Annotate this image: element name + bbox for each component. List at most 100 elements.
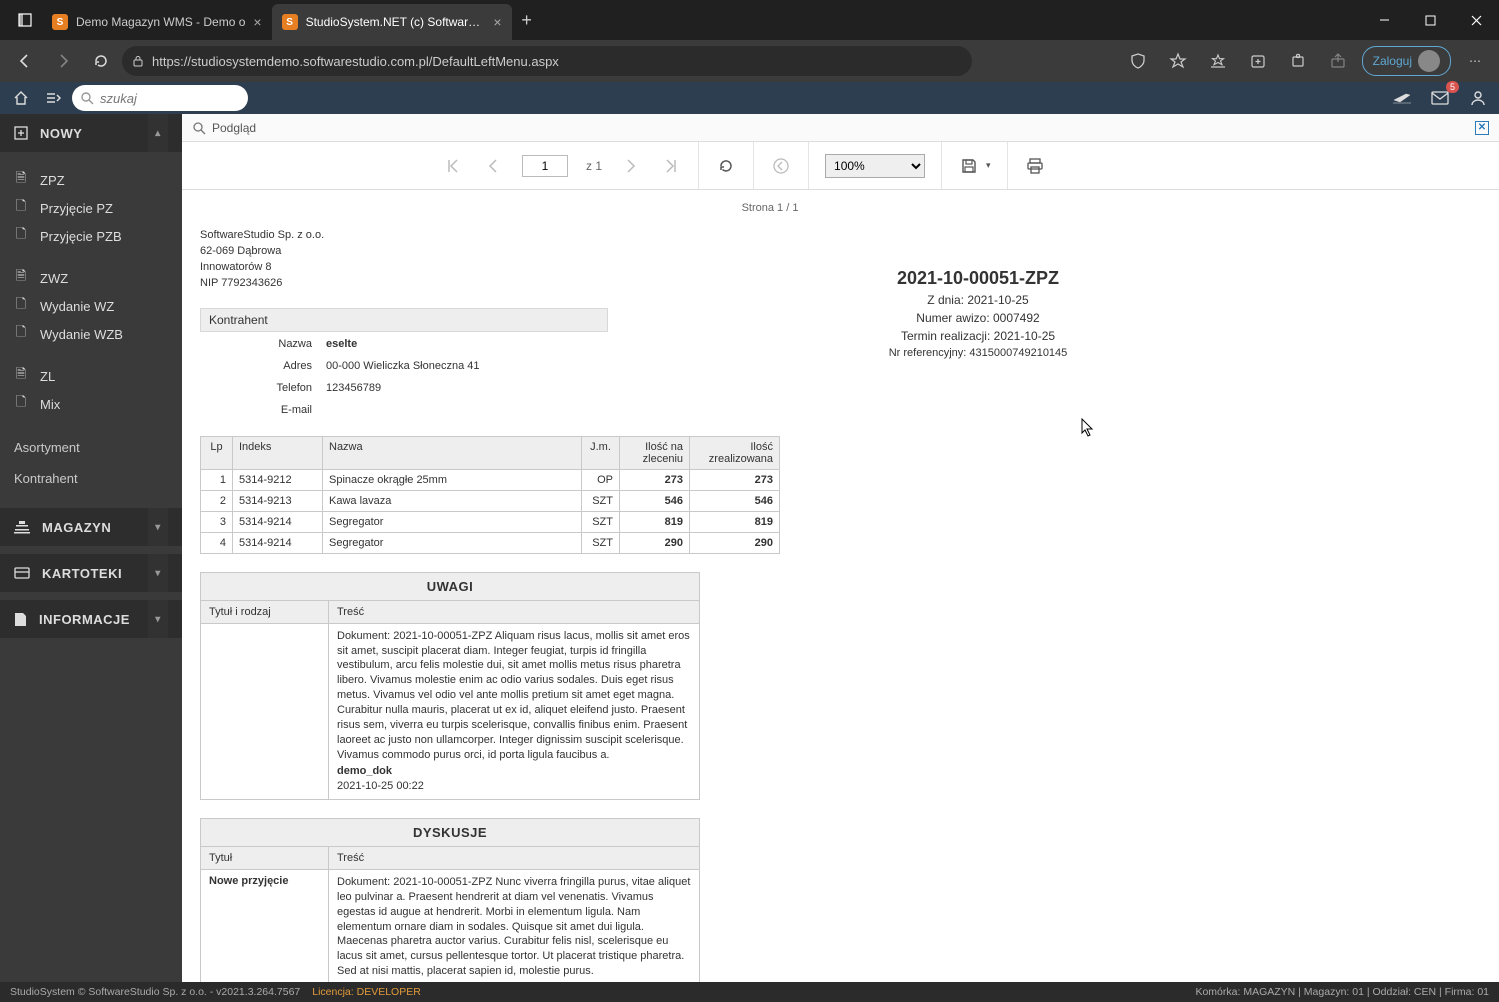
next-page-button[interactable]: [620, 155, 642, 177]
report-page[interactable]: Strona 1 / 1 SoftwareStudio Sp. z o.o. 6…: [182, 190, 1499, 982]
sidebar-link-kontrahent[interactable]: Kontrahent: [0, 463, 182, 494]
sidebar-item-wzb[interactable]: 🗋 Wydanie WZB: [0, 320, 182, 348]
new-tab-button[interactable]: +: [512, 0, 542, 40]
search-box[interactable]: [72, 85, 248, 111]
window-minimize-button[interactable]: [1361, 5, 1407, 35]
extensions-icon[interactable]: [1282, 45, 1314, 77]
sidebar-item-label: Wydanie WZ: [40, 299, 114, 314]
section-label: KARTOTEKI: [42, 566, 122, 581]
chevron-down-icon[interactable]: ▾: [148, 508, 168, 546]
share-icon[interactable]: [1322, 45, 1354, 77]
page-icon: [14, 612, 27, 627]
window-maximize-button[interactable]: [1407, 5, 1453, 35]
preview-icon: [192, 121, 206, 135]
nav-refresh-button[interactable]: [84, 44, 118, 78]
preview-title: Podgląd: [212, 121, 256, 135]
refresh-button[interactable]: [715, 155, 737, 177]
preview-bar: Podgląd ✕: [182, 114, 1499, 142]
items-table: Lp Indeks Nazwa J.m. Ilość na zleceniu I…: [200, 436, 780, 554]
browser-tab-1[interactable]: S Demo Magazyn WMS - Demo o ×: [42, 4, 272, 40]
sidebar-item-zwz[interactable]: 🗎ZWZ: [0, 264, 182, 292]
back-button[interactable]: [770, 155, 792, 177]
cards-icon: [14, 567, 30, 579]
doc-icon: 🗋: [14, 295, 28, 317]
prev-page-button[interactable]: [482, 155, 504, 177]
sidebar-item-label: Przyjęcie PZB: [40, 229, 122, 244]
more-icon[interactable]: ⋯: [1459, 45, 1491, 77]
kontrahent-header: Kontrahent: [200, 308, 608, 332]
document-meta: 2021-10-00051-ZPZ Z dnia: 2021-10-25 Num…: [808, 228, 1148, 422]
collections-icon[interactable]: [1242, 45, 1274, 77]
mail-badge: 5: [1446, 81, 1459, 93]
first-page-button[interactable]: [442, 155, 464, 177]
avatar-icon: [1418, 50, 1440, 72]
page-of-label: z 1: [586, 159, 602, 173]
sidebar-item-zpz[interactable]: 🗎 ZPZ: [0, 166, 182, 194]
tab-title: Demo Magazyn WMS - Demo o: [76, 15, 245, 29]
sidebar-section-informacje[interactable]: INFORMACJE ▾: [0, 600, 182, 638]
sidebar-section-magazyn[interactable]: MAGAZYN ▾: [0, 508, 182, 546]
tab-actions-button[interactable]: [8, 3, 42, 37]
dyskusje-table: DYSKUSJE TytułTreść Nowe przyjęcie Dokum…: [200, 818, 700, 982]
sidebar-item-label: Mix: [40, 397, 60, 412]
mail-icon[interactable]: 5: [1427, 85, 1453, 111]
print-button[interactable]: [1024, 155, 1046, 177]
preview-close-button[interactable]: ✕: [1475, 121, 1489, 135]
doc-plus-icon: 🗎: [14, 365, 28, 387]
search-input[interactable]: [100, 91, 240, 106]
home-icon[interactable]: [8, 85, 34, 111]
sidebar-item-pz[interactable]: 🗋Przyjęcie PZ: [0, 194, 182, 222]
favicon-icon: S: [52, 14, 68, 30]
tab-title: StudioSystem.NET (c) SoftwareSt: [306, 15, 486, 29]
section-label: MAGAZYN: [42, 520, 111, 535]
zoom-select[interactable]: 100%: [825, 154, 925, 178]
last-page-button[interactable]: [660, 155, 682, 177]
doc-plus-icon: 🗎: [14, 169, 28, 191]
sidebar-item-wz[interactable]: 🗋 Wydanie WZ: [0, 292, 182, 320]
favorites-icon[interactable]: [1162, 45, 1194, 77]
table-row: 35314-9214SegregatorSZT819819: [201, 511, 780, 532]
section-label: INFORMACJE: [39, 612, 130, 627]
sidebar-section-kartoteki[interactable]: KARTOTEKI ▾: [0, 554, 182, 592]
sidebar-link-asortyment[interactable]: Asortyment: [0, 432, 182, 463]
user-icon[interactable]: [1465, 85, 1491, 111]
sidebar-item-label: Wydanie WZB: [40, 327, 123, 342]
tab-close-icon[interactable]: ×: [253, 14, 261, 30]
tab-close-icon[interactable]: ×: [493, 14, 501, 30]
browser-toolbar: https://studiosystemdemo.softwarestudio.…: [0, 40, 1499, 82]
nav-forward-button[interactable]: [46, 44, 80, 78]
chevron-down-icon[interactable]: ▾: [148, 600, 168, 638]
url-text: https://studiosystemdemo.softwarestudio.…: [152, 54, 559, 69]
save-button[interactable]: [958, 155, 980, 177]
sidebar-item-zl[interactable]: 🗎ZL: [0, 362, 182, 390]
sidebar-item-pzb[interactable]: 🗋Przyjęcie PZB: [0, 222, 182, 250]
nav-back-button[interactable]: [8, 44, 42, 78]
doc-icon: 🗋: [14, 197, 28, 219]
window-close-button[interactable]: [1453, 5, 1499, 35]
status-bar: StudioSystem © SoftwareStudio Sp. z o.o.…: [0, 982, 1499, 1002]
table-row: 45314-9214SegregatorSZT290290: [201, 532, 780, 553]
doc-icon: 🗋: [14, 393, 28, 415]
kontrahent-table: Nazwaeselte Adres00-000 Wieliczka Słonec…: [200, 332, 608, 422]
window-controls: [1361, 5, 1499, 35]
report-toolbar: z 1 100% ▾: [182, 142, 1499, 190]
page-number-input[interactable]: [522, 155, 568, 177]
search-icon: [80, 91, 94, 105]
tracking-prevention-icon[interactable]: [1122, 45, 1154, 77]
menu-toggle-icon[interactable]: [40, 85, 66, 111]
warehouse-icon: [14, 520, 30, 534]
sidebar-section-new[interactable]: NOWY ▴: [0, 114, 182, 152]
chevron-up-icon[interactable]: ▴: [148, 114, 168, 152]
page-counter: Strona 1 / 1: [480, 202, 1060, 214]
address-bar[interactable]: https://studiosystemdemo.softwarestudio.…: [122, 46, 972, 76]
sidebar-item-label: ZPZ: [40, 173, 65, 188]
login-button[interactable]: Zaloguj: [1362, 46, 1451, 76]
browser-tab-2[interactable]: S StudioSystem.NET (c) SoftwareSt ×: [272, 4, 512, 40]
section-label: NOWY: [40, 126, 82, 141]
sidebar-item-mix[interactable]: 🗋 Mix: [0, 390, 182, 418]
takeoff-icon[interactable]: [1389, 85, 1415, 111]
doc-icon: 🗋: [14, 323, 28, 345]
chevron-down-icon[interactable]: ▾: [148, 554, 168, 592]
favorites-bar-icon[interactable]: [1202, 45, 1234, 77]
chevron-down-icon[interactable]: ▾: [986, 160, 991, 171]
